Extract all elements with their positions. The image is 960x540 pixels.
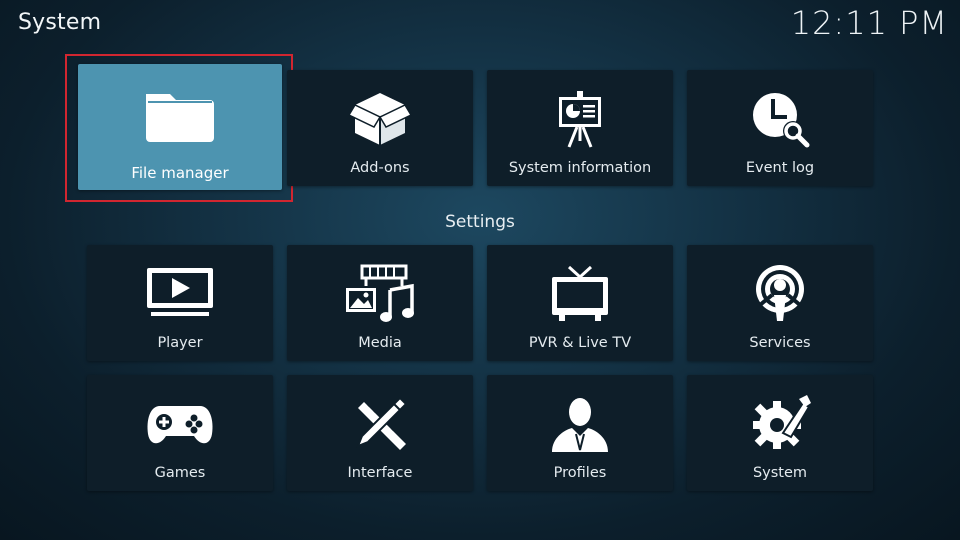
clock: 12:11 PM bbox=[790, 4, 948, 42]
tile-label: Games bbox=[154, 465, 206, 481]
tile-label: Media bbox=[358, 335, 402, 351]
pencil-ruler-icon bbox=[350, 393, 410, 455]
play-monitor-icon bbox=[145, 263, 215, 325]
clock-search-icon bbox=[749, 88, 811, 150]
tile-label: Profiles bbox=[553, 465, 607, 481]
broadcast-podcast-icon bbox=[752, 263, 808, 325]
tile-label: Services bbox=[749, 335, 811, 351]
presentation-board-icon bbox=[555, 88, 605, 150]
system-tile[interactable]: System bbox=[687, 375, 873, 491]
media-film-music-icon bbox=[344, 263, 416, 325]
event-log-tile[interactable]: Event log bbox=[687, 70, 873, 186]
addons-box-icon bbox=[347, 88, 413, 150]
tile-label: PVR & Live TV bbox=[528, 335, 632, 351]
interface-tile[interactable]: Interface bbox=[287, 375, 473, 491]
tile-label: System information bbox=[508, 160, 652, 176]
file-manager-tile[interactable]: File manager bbox=[78, 64, 282, 190]
user-profile-icon bbox=[550, 393, 610, 455]
tile-label: Event log bbox=[745, 160, 815, 176]
games-tile[interactable]: Games bbox=[87, 375, 273, 491]
services-tile[interactable]: Services bbox=[687, 245, 873, 361]
tile-label: System bbox=[752, 465, 808, 481]
gamepad-icon bbox=[146, 393, 214, 455]
system-information-tile[interactable]: System information bbox=[487, 70, 673, 186]
add-ons-tile[interactable]: Add-ons bbox=[287, 70, 473, 186]
profiles-tile[interactable]: Profiles bbox=[487, 375, 673, 491]
section-title-settings: Settings bbox=[445, 212, 515, 232]
tile-label: Player bbox=[157, 335, 203, 351]
window-title: System bbox=[18, 10, 102, 35]
tile-label: Interface bbox=[347, 465, 413, 481]
tv-antenna-icon bbox=[549, 263, 611, 325]
tile-label: Add-ons bbox=[350, 160, 410, 176]
tile-label: File manager bbox=[131, 164, 229, 182]
player-tile[interactable]: Player bbox=[87, 245, 273, 361]
media-tile[interactable]: Media bbox=[287, 245, 473, 361]
folder-icon bbox=[142, 84, 218, 146]
gear-wrench-icon bbox=[749, 393, 811, 455]
pvr-live-tv-tile[interactable]: PVR & Live TV bbox=[487, 245, 673, 361]
